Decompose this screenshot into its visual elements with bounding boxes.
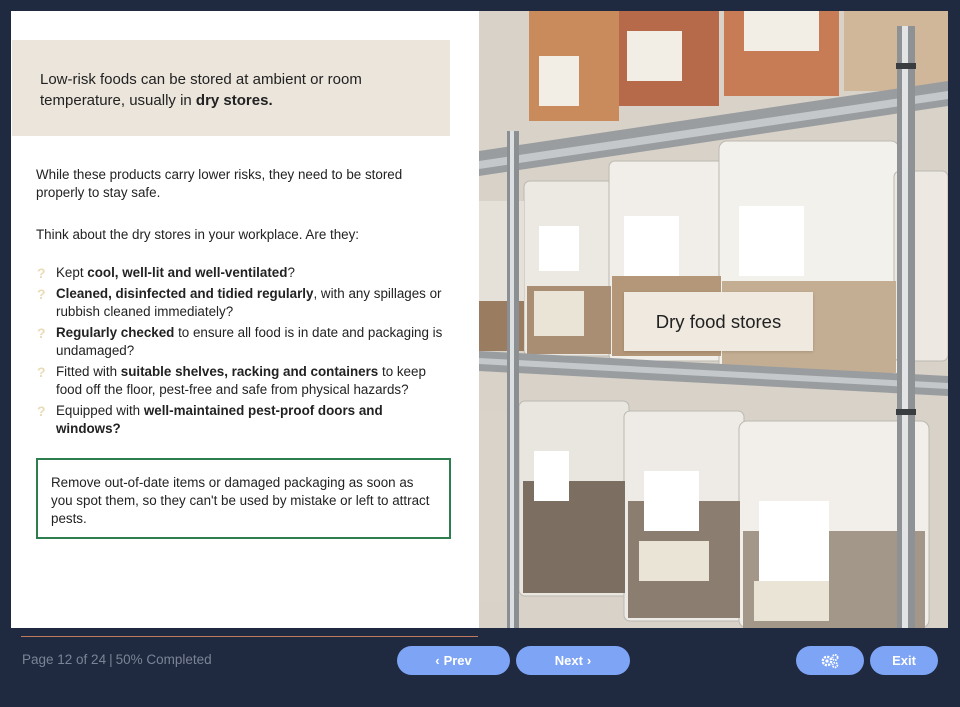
dry-stores-photo: Dry food stores <box>479 11 948 628</box>
content-frame: Low-risk foods can be stored at ambient … <box>11 11 948 628</box>
tip-box: Remove out-of-date items or damaged pack… <box>36 458 451 539</box>
gears-icon <box>821 653 839 668</box>
question-mark-icon: ? <box>37 364 46 380</box>
next-label: Next <box>554 653 583 668</box>
checklist-item: ? Equipped with well-maintained pest-proo… <box>37 403 383 436</box>
intro-callout: Low-risk foods can be stored at ambient … <box>12 40 450 136</box>
settings-button[interactable] <box>796 646 864 675</box>
question-mark-icon: ? <box>37 325 46 341</box>
prev-button[interactable]: ‹ Prev <box>397 646 510 675</box>
checklist-item: ? Regularly checked to ensure all food is… <box>37 325 443 358</box>
body-text: While these products carry lower risks, … <box>36 166 451 441</box>
prev-label: Prev <box>443 653 472 668</box>
progress-text: 50% Completed <box>115 652 212 667</box>
photo-caption: Dry food stores <box>624 292 813 351</box>
tip-text: Remove out-of-date items or damaged pack… <box>51 475 430 526</box>
question-mark-icon: ? <box>37 265 46 281</box>
page-status: Page 12 of 24 | 50% Completed <box>22 652 212 667</box>
next-button[interactable]: Next › <box>516 646 630 675</box>
checklist-item: ? Kept cool, well-lit and well-ventilated… <box>37 265 295 281</box>
exit-label: Exit <box>892 653 916 668</box>
status-separator: | <box>109 652 113 667</box>
text-panel: Low-risk foods can be stored at ambient … <box>11 11 479 628</box>
page-indicator: Page 12 of 24 <box>22 652 107 667</box>
question-mark-icon: ? <box>37 286 46 302</box>
question-mark-icon: ? <box>37 403 46 419</box>
progress-divider <box>21 636 478 637</box>
chevron-left-icon: ‹ <box>435 653 440 668</box>
exit-button[interactable]: Exit <box>870 646 938 675</box>
checklist-item: ? Cleaned, disinfected and tidied regular… <box>37 286 442 319</box>
chevron-right-icon: › <box>586 653 592 668</box>
intro-paragraph-2: Think about the dry stores in your workp… <box>36 227 360 242</box>
checklist: ? Kept cool, well-lit and well-ventilated… <box>36 264 451 438</box>
callout-bold-text: dry stores. <box>195 92 273 109</box>
intro-paragraph-1: While these products carry lower risks, … <box>36 167 403 200</box>
checklist-item: ? Fitted with suitable shelves, racking a… <box>37 364 426 397</box>
